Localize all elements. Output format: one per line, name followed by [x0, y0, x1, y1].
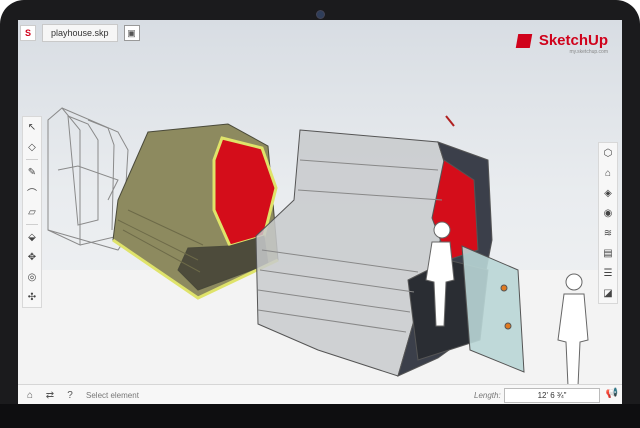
status-bar: ⌂ ⇄ ? Select element Length: 12' 6 ¾" 📢	[18, 384, 622, 404]
rectangle-icon[interactable]: ▱	[24, 202, 40, 222]
left-toolbar: ↖ ◇ ✎ ⌒ ▱ ⬙ ✥ ◎ ✣	[22, 116, 42, 308]
titlebar: S playhouse.skp ▣	[20, 24, 140, 42]
layers-icon[interactable]: ≋	[600, 223, 616, 243]
3d-warehouse-icon[interactable]: ⬡	[600, 143, 616, 163]
laptop-bezel: S playhouse.skp ▣ SketchUp my.sketchup.c…	[0, 0, 640, 428]
laptop-base	[0, 404, 640, 428]
app-icon[interactable]: S	[20, 25, 36, 41]
sketchup-logo: SketchUp my.sketchup.com	[516, 32, 608, 55]
save-icon[interactable]: ▣	[123, 25, 140, 41]
paint-bucket-icon[interactable]: ⬙	[24, 227, 40, 247]
length-input[interactable]: 12' 6 ¾"	[504, 388, 600, 403]
length-label: Length:	[474, 391, 501, 400]
instructor-icon[interactable]: ◪	[600, 283, 616, 303]
styles-icon[interactable]: ◉	[600, 203, 616, 223]
select-icon[interactable]: ↖	[24, 117, 40, 137]
green-playhouse	[112, 123, 279, 300]
outliner-icon[interactable]: ☰	[600, 263, 616, 283]
webcam	[316, 10, 325, 19]
sketchup-logo-mark	[516, 33, 533, 48]
toolbar-divider	[26, 224, 38, 225]
right-panel-icon[interactable]: ⇄	[42, 387, 58, 403]
toolbar-divider	[26, 159, 38, 160]
help-icon[interactable]: ?	[62, 387, 78, 403]
materials-icon[interactable]: ◈	[600, 183, 616, 203]
translucent-playhouse	[255, 115, 525, 377]
megaphone-icon[interactable]: 📢	[606, 388, 618, 399]
arc-icon[interactable]: ⌒	[24, 182, 40, 202]
status-hint: Select element	[86, 390, 139, 400]
components-icon[interactable]: ⌂	[600, 163, 616, 183]
move-icon[interactable]: ✥	[24, 247, 40, 267]
tape-measure-icon[interactable]: ◎	[24, 267, 40, 287]
eraser-icon[interactable]: ◇	[24, 137, 40, 157]
file-name-tab[interactable]: playhouse.skp	[42, 24, 118, 42]
model-canvas[interactable]	[18, 20, 622, 404]
left-panel-icon[interactable]: ⌂	[22, 387, 38, 403]
sketchup-wordmark: SketchUp	[538, 32, 608, 50]
sketchup-subtitle: my.sketchup.com	[569, 49, 608, 55]
sketchup-viewport[interactable]: S playhouse.skp ▣ SketchUp my.sketchup.c…	[18, 20, 622, 404]
scenes-icon[interactable]: ▤	[600, 243, 616, 263]
pencil-icon[interactable]: ✎	[24, 162, 40, 182]
orbit-icon[interactable]: ✣	[24, 287, 40, 307]
right-toolbar: ⬡ ⌂ ◈ ◉ ≋ ▤ ☰ ◪	[598, 142, 618, 304]
